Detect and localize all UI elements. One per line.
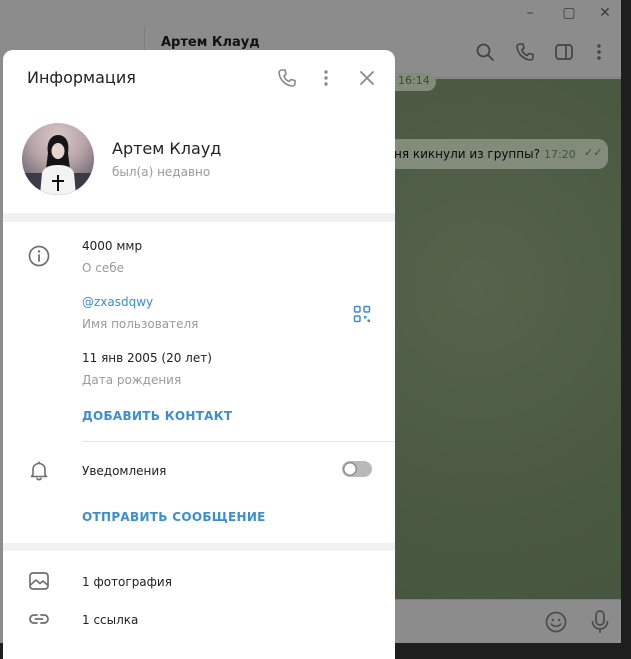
add-contact-button[interactable]: ДОБАВИТЬ КОНТАКТ xyxy=(82,409,232,423)
photo-icon xyxy=(29,572,49,590)
desktop-edge xyxy=(621,0,631,659)
close-icon[interactable] xyxy=(357,68,377,88)
user-info-panel: Информация Артем Клауд был(а) недавно 40… xyxy=(3,50,395,659)
media-section: 1 фотография 1 ссылка xyxy=(3,551,395,659)
bell-icon xyxy=(30,461,48,481)
avatar-photo-icon xyxy=(22,135,94,195)
birthday-value: 11 янв 2005 (20 лет) xyxy=(82,351,212,365)
call-icon[interactable] xyxy=(277,68,297,88)
link-icon xyxy=(29,614,49,624)
bio-label: О себе xyxy=(82,261,125,275)
user-name: Артем Клауд xyxy=(112,139,222,158)
bio-value: 4000 ммр xyxy=(82,239,143,253)
profile-section: Информация Артем Клауд был(а) недавно xyxy=(3,50,395,213)
qr-code-icon[interactable] xyxy=(353,305,371,323)
info-icon xyxy=(28,245,50,267)
photos-count[interactable]: 1 фотография xyxy=(82,575,172,589)
panel-title: Информация xyxy=(27,68,136,87)
username-value[interactable]: @zxasdqwy xyxy=(82,295,153,309)
notifications-label: Уведомления xyxy=(82,464,167,478)
more-icon[interactable] xyxy=(316,68,336,88)
send-message-button[interactable]: ОТПРАВИТЬ СООБЩЕНИЕ xyxy=(82,510,266,524)
user-status: был(а) недавно xyxy=(112,165,211,179)
username-label: Имя пользователя xyxy=(82,317,199,331)
details-section: 4000 ммр О себе @zxasdqwy Имя пользовате… xyxy=(3,222,395,543)
notifications-toggle[interactable] xyxy=(342,461,372,477)
birthday-label: Дата рождения xyxy=(82,373,182,387)
divider xyxy=(82,441,395,442)
toggle-knob xyxy=(343,462,357,476)
avatar[interactable] xyxy=(22,123,94,195)
links-count[interactable]: 1 ссылка xyxy=(82,613,138,627)
